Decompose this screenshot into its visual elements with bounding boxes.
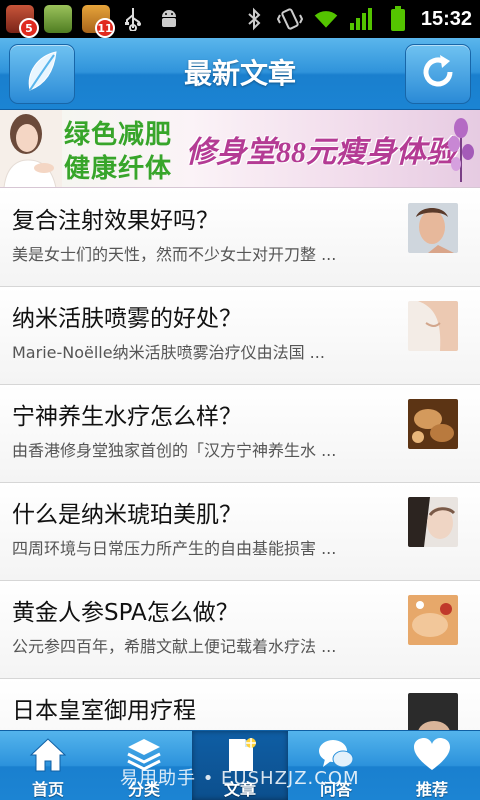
promo-banner[interactable]: 绿色减肥 健康纤体 修身堂88元瘦身体验 (0, 110, 480, 188)
article-thumbnail (408, 203, 458, 253)
android-debug-icon (156, 6, 182, 32)
article-title: 纳米活肤喷雾的好处？ (12, 306, 242, 332)
leaf-icon (24, 50, 60, 98)
article-title: 日本皇室御用疗程 (12, 698, 196, 724)
bottom-tab-bar: 首页 分类 文章 问答 推荐 (0, 730, 480, 800)
home-icon (28, 737, 68, 773)
article-thumbnail (408, 497, 458, 547)
article-summary: 由香港修身堂独家首创的「汉方宁神养生水 ... (12, 441, 337, 460)
article-thumbnail (408, 301, 458, 351)
bluetooth-icon (241, 6, 267, 32)
battery-icon (385, 6, 411, 32)
article-summary: 四周环境与日常压力所产生的自由基能损害 ... (12, 539, 337, 558)
article-thumbnail (408, 399, 458, 449)
article-thumbnail (408, 693, 458, 730)
heart-icon (412, 737, 452, 773)
notification-badge: 11 (95, 18, 115, 38)
status-bar: 5 11 15:32 (0, 0, 480, 38)
tab-home[interactable]: 首页 (0, 731, 96, 800)
layers-icon (124, 737, 164, 773)
banner-slogan-line1: 绿色减肥 (64, 120, 173, 149)
tab-qa[interactable]: 问答 (288, 731, 384, 800)
article-summary: 公元参四百年，希腊文献上便记载着水疗法 ... (12, 637, 337, 656)
page-title: 最新文章 (183, 57, 296, 90)
title-bar: 最新文章 (0, 38, 480, 110)
banner-promo-text: 修身堂88元瘦身体验 (186, 136, 456, 169)
clock: 15:32 (420, 7, 472, 30)
tab-category[interactable]: 分类 (96, 731, 192, 800)
article-title: 复合注射效果好吗？ (12, 208, 219, 234)
article-item[interactable]: 日本皇室御用疗程 (0, 679, 480, 730)
banner-slogan-line2: 健康纤体 (64, 154, 173, 183)
leaf-menu-button[interactable] (9, 44, 75, 104)
article-item[interactable]: 什么是纳米琥珀美肌？ 四周环境与日常压力所产生的自由基能损害 ... (0, 483, 480, 581)
wifi-icon (313, 6, 339, 32)
tab-label: 文章 (223, 780, 256, 799)
usb-icon (120, 6, 146, 32)
tab-label: 问答 (319, 780, 352, 799)
tab-label: 分类 (127, 780, 160, 799)
refresh-button[interactable] (405, 44, 471, 104)
article-summary: Marie-Noëlle纳米活肤喷雾治疗仪由法国 ... (12, 343, 325, 362)
tab-recommend[interactable]: 推荐 (384, 731, 480, 800)
article-item[interactable]: 纳米活肤喷雾的好处？ Marie-Noëlle纳米活肤喷雾治疗仪由法国 ... (0, 287, 480, 385)
tab-label: 推荐 (415, 780, 448, 799)
article-list[interactable]: 复合注射效果好吗？ 美是女士们的天性，然而不少女士对开刀整 ... 纳米活肤喷雾… (0, 189, 480, 730)
article-item[interactable]: 宁神养生水疗怎么样？ 由香港修身堂独家首创的「汉方宁神养生水 ... (0, 385, 480, 483)
article-item[interactable]: 黄金人参SPA怎么做？ 公元参四百年，希腊文献上便记载着水疗法 ... (0, 581, 480, 679)
signal-icon (349, 6, 375, 32)
notification-badge: 5 (19, 18, 39, 38)
app-notification-icon[interactable]: 11 (82, 5, 115, 38)
android-app-icon[interactable] (44, 5, 72, 33)
model-portrait-icon (0, 110, 62, 187)
document-icon (220, 737, 260, 773)
tab-label: 首页 (31, 780, 64, 799)
article-summary: 美是女士们的天性，然而不少女士对开刀整 ... (12, 245, 337, 264)
article-thumbnail (408, 595, 458, 645)
article-title: 宁神养生水疗怎么样？ (12, 404, 242, 430)
refresh-icon (418, 52, 458, 96)
chat-bubbles-icon (316, 737, 356, 773)
article-item[interactable]: 复合注射效果好吗？ 美是女士们的天性，然而不少女士对开刀整 ... (0, 189, 480, 287)
vibrate-icon (276, 6, 303, 32)
app-notification-icon[interactable]: 5 (6, 5, 39, 38)
flower-decoration-icon (446, 116, 476, 182)
article-title: 黄金人参SPA怎么做？ (12, 600, 239, 626)
article-title: 什么是纳米琥珀美肌？ (12, 502, 242, 528)
tab-articles[interactable]: 文章 (192, 731, 288, 800)
